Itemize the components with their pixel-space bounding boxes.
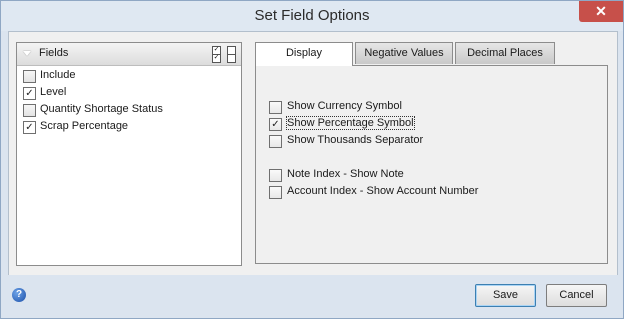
select-all-checked-icon-2[interactable]: ✓ bbox=[212, 54, 221, 63]
checkbox[interactable] bbox=[23, 70, 36, 83]
checked-checkbox[interactable]: ✓ bbox=[23, 87, 36, 100]
field-item[interactable]: Include bbox=[23, 69, 233, 85]
window-title: Set Field Options bbox=[254, 7, 370, 24]
display-option[interactable]: Show Currency Symbol bbox=[269, 100, 569, 116]
field-item[interactable]: ✓ Level bbox=[23, 86, 233, 102]
checkbox[interactable] bbox=[269, 135, 282, 148]
cancel-button[interactable]: Cancel bbox=[546, 284, 607, 307]
collapse-triangle-icon[interactable] bbox=[23, 51, 31, 56]
checked-checkbox[interactable]: ✓ bbox=[23, 121, 36, 134]
title-bar: Set Field Options ✕ bbox=[1, 1, 623, 31]
checkbox[interactable] bbox=[23, 104, 36, 117]
checked-checkbox[interactable]: ✓ bbox=[269, 118, 282, 131]
display-option-label: Show Thousands Separator bbox=[287, 134, 424, 146]
dialog-content: Fields ✓ ✓ Include ✓ Level Quantity Shortag… bbox=[8, 31, 618, 277]
clear-all-unchecked-icon-2[interactable] bbox=[227, 54, 236, 63]
fields-list-panel: Fields ✓ ✓ Include ✓ Level Quantity Shortag… bbox=[16, 42, 242, 266]
display-option-label: Note Index - Show Note bbox=[287, 168, 404, 180]
tab-display[interactable]: Display bbox=[255, 42, 353, 66]
tab-decimal-places[interactable]: Decimal Places bbox=[455, 42, 555, 64]
dialog-footer: ? Save Cancel bbox=[1, 275, 623, 318]
display-option[interactable]: Note Index - Show Note bbox=[269, 168, 569, 184]
display-tab-page: Show Currency Symbol ✓ Show Percentage Sym… bbox=[255, 65, 608, 264]
fields-header-label: Fields bbox=[39, 47, 69, 59]
display-option[interactable]: Show Thousands Separator bbox=[269, 134, 569, 150]
field-item-label: Quantity Shortage Status bbox=[40, 103, 163, 115]
display-option[interactable]: Account Index - Show Account Number bbox=[269, 185, 569, 201]
display-option-label: Show Percentage Symbol bbox=[286, 116, 415, 130]
options-panel: Display Negative Values Decimal Places S… bbox=[255, 42, 608, 264]
save-button[interactable]: Save bbox=[475, 284, 536, 307]
set-field-options-window: Set Field Options ✕ Fields ✓ ✓ Include ✓ L… bbox=[0, 0, 624, 319]
close-icon[interactable]: ✕ bbox=[579, 1, 623, 22]
help-icon[interactable]: ? bbox=[12, 288, 26, 302]
fields-list-header: Fields ✓ ✓ bbox=[17, 43, 241, 66]
checkbox[interactable] bbox=[269, 101, 282, 114]
field-item[interactable]: Quantity Shortage Status bbox=[23, 103, 233, 119]
display-option[interactable]: ✓ Show Percentage Symbol bbox=[269, 116, 569, 133]
field-item-label: Scrap Percentage bbox=[40, 120, 129, 132]
field-item-label: Level bbox=[40, 86, 67, 98]
display-option-label: Account Index - Show Account Number bbox=[287, 185, 479, 197]
field-item[interactable]: ✓ Scrap Percentage bbox=[23, 120, 233, 136]
field-item-label: Include bbox=[40, 69, 76, 81]
tab-negative-values[interactable]: Negative Values bbox=[355, 42, 453, 64]
checkbox[interactable] bbox=[269, 186, 282, 199]
checkbox[interactable] bbox=[269, 169, 282, 182]
display-option-label: Show Currency Symbol bbox=[287, 100, 402, 112]
